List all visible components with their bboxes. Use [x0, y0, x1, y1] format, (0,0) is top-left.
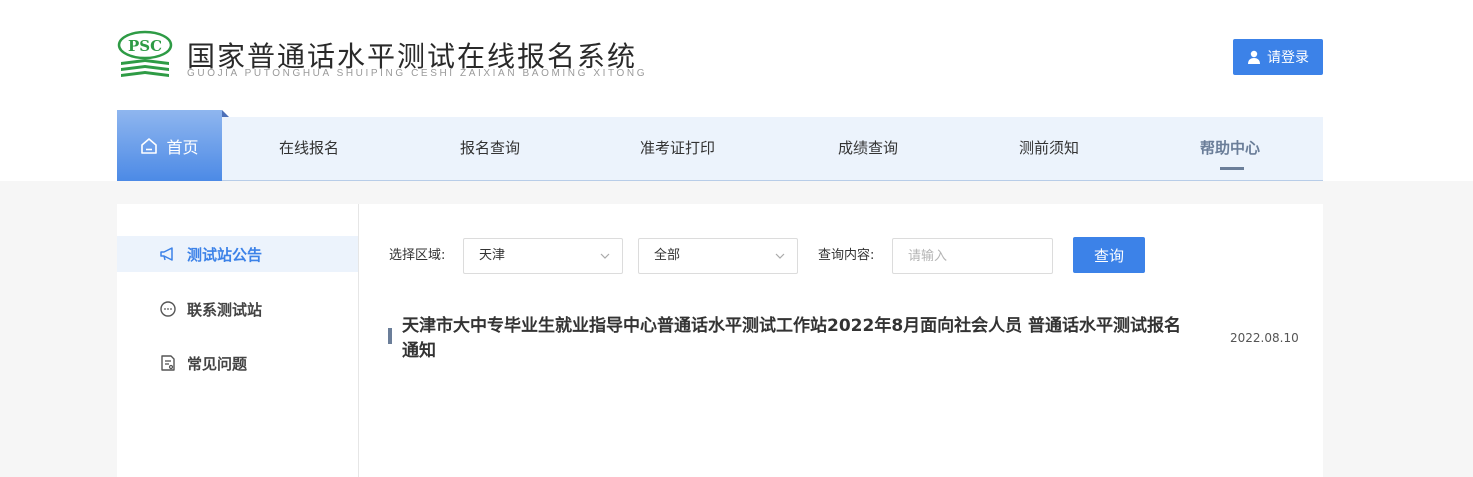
sidebar-item-label: 联系测试站 — [187, 300, 263, 319]
article-title-link[interactable]: 天津市大中专毕业生就业指导中心普通话水平测试工作站2022年8月面向社会人员 普… — [402, 314, 1192, 364]
nav-item-admission-ticket[interactable]: 准考证打印 — [640, 117, 715, 180]
sidebar-item-faq[interactable]: 常见问题 — [117, 345, 358, 381]
nav-item-help-center[interactable]: 帮助中心 — [1200, 117, 1260, 180]
query-button[interactable]: 查询 — [1073, 237, 1145, 273]
sidebar-item-label: 测试站公告 — [187, 245, 263, 264]
region-label: 选择区域: — [389, 248, 446, 263]
megaphone-icon — [160, 247, 173, 261]
nav-item-pre-test-notice[interactable]: 测前须知 — [1019, 117, 1079, 180]
search-input[interactable] — [892, 238, 1053, 274]
region-select[interactable]: 天津 — [463, 238, 623, 274]
category-select[interactable]: 全部 — [638, 238, 798, 274]
category-select-value: 全部 — [654, 248, 681, 263]
site-subtitle: GUOJIA PUTONGHUA SHUIPING CESHI ZAIXIAN … — [187, 68, 648, 79]
chevron-down-icon — [775, 253, 785, 259]
login-button[interactable]: 请登录 — [1233, 39, 1323, 75]
sidebar-item-contact[interactable]: 联系测试站 — [117, 291, 358, 327]
login-label: 请登录 — [1267, 50, 1309, 66]
chat-icon — [160, 301, 176, 317]
content-label: 查询内容: — [818, 248, 875, 263]
content-panel: 测试站公告 联系测试站 常见问题 选择区域: 天津 全部 查询内容: 请输入 查… — [117, 204, 1323, 477]
logo-text: PSC — [128, 37, 162, 55]
nav-item-score-query[interactable]: 成绩查询 — [838, 117, 898, 180]
sidebar-item-label: 常见问题 — [187, 354, 248, 373]
document-icon — [161, 355, 175, 371]
psc-logo[interactable]: PSC — [117, 30, 173, 82]
home-icon — [141, 137, 158, 154]
article-marker — [388, 328, 392, 344]
user-icon — [1248, 50, 1260, 64]
main-nav: 首页 在线报名 报名查询 准考证打印 成绩查询 测前须知 帮助中心 — [117, 110, 1323, 181]
active-nav-indicator — [1220, 167, 1244, 170]
sidebar: 测试站公告 联系测试站 常见问题 — [117, 204, 359, 477]
sidebar-item-announcements[interactable]: 测试站公告 — [117, 236, 358, 272]
article-date: 2022.08.10 — [1230, 331, 1299, 345]
chevron-down-icon — [600, 253, 610, 259]
nav-item-home[interactable]: 首页 — [117, 110, 229, 181]
nav-item-online-registration[interactable]: 在线报名 — [279, 117, 339, 180]
nav-home-label: 首页 — [166, 137, 199, 157]
region-select-value: 天津 — [479, 248, 506, 263]
nav-item-registration-query[interactable]: 报名查询 — [460, 117, 520, 180]
